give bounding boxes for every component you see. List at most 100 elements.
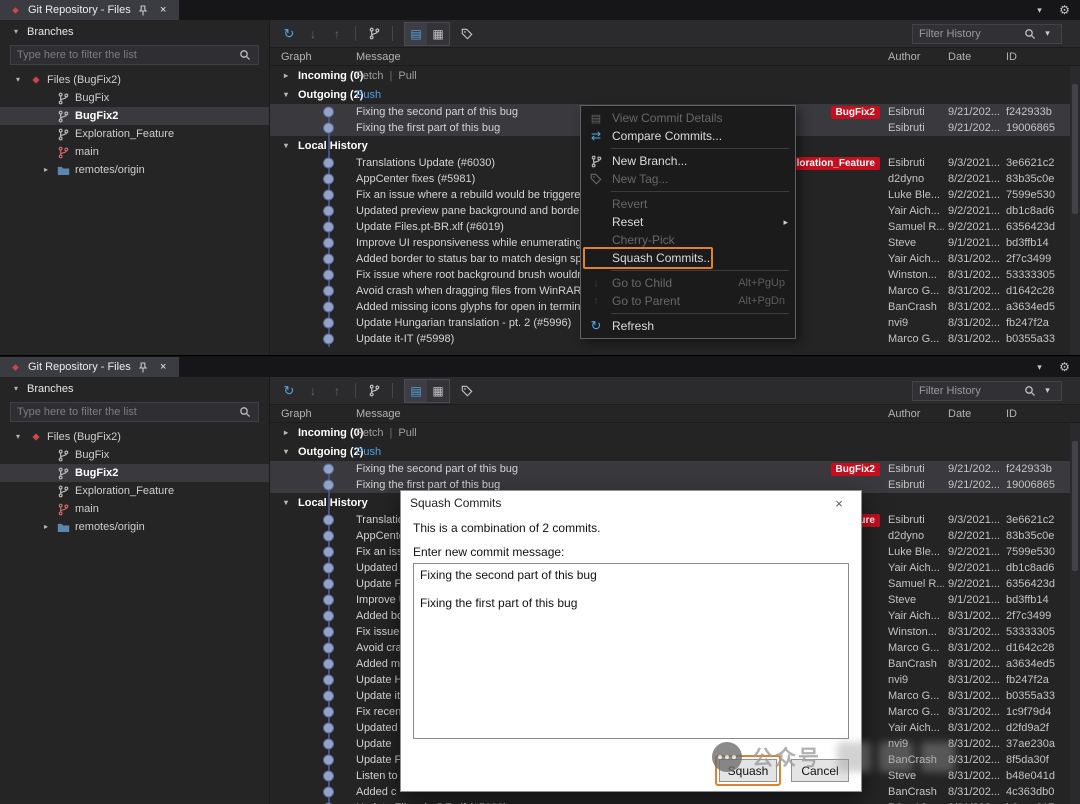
commit-id: 7599e530: [1006, 546, 1055, 558]
pin-icon[interactable]: [136, 4, 151, 16]
graph-view-icon[interactable]: ▤: [405, 379, 427, 402]
history-filter-input[interactable]: [919, 27, 1019, 40]
commit-list-icon[interactable]: ▦: [427, 23, 449, 45]
tree-item-exploration-feature[interactable]: Exploration_Feature: [0, 125, 269, 143]
tree-item-remotes-origin[interactable]: ▸ remotes/origin: [0, 161, 269, 179]
menu-item-compare-commits[interactable]: ⇄ Compare Commits...: [581, 127, 795, 145]
incoming-section[interactable]: ▸ Incoming (0) Fetch | Pull: [270, 66, 1070, 85]
pull-link[interactable]: Pull: [398, 427, 416, 439]
branches-header[interactable]: ▾ Branches: [0, 24, 269, 40]
filter-caret-icon[interactable]: ▾: [1040, 28, 1055, 39]
expanded-expander-icon[interactable]: ▾: [280, 141, 292, 150]
commit-message-textarea[interactable]: Fixing the second part of this bug Fixin…: [413, 563, 849, 739]
column-message[interactable]: Message: [340, 408, 880, 420]
commit-author: Luke Ble...: [888, 189, 940, 201]
tree-item-exploration-feature[interactable]: Exploration_Feature: [0, 482, 269, 500]
expanded-expander-icon[interactable]: ▾: [280, 90, 292, 99]
pin-icon[interactable]: [136, 361, 151, 373]
commit-row[interactable]: Fixing the second part of this bug BugFix…: [270, 461, 1070, 477]
push-link[interactable]: Push: [356, 446, 381, 458]
close-icon[interactable]: ×: [156, 4, 171, 16]
branch-filter-input[interactable]: [17, 49, 233, 61]
cancel-button[interactable]: Cancel: [791, 759, 849, 782]
column-message[interactable]: Message: [340, 51, 880, 63]
gear-icon[interactable]: ⚙: [1057, 3, 1072, 17]
dialog-close-icon[interactable]: ×: [826, 496, 852, 511]
menu-item-new-branch[interactable]: New Branch...: [581, 152, 795, 170]
tab-git-repository-files[interactable]: Git Repository - Files ×: [0, 357, 179, 377]
close-icon[interactable]: ×: [156, 361, 171, 373]
push-link[interactable]: Push: [356, 89, 381, 101]
tree-item-main[interactable]: main: [0, 500, 269, 518]
commit-id: 53333305: [1006, 626, 1055, 638]
commit-id: 8f5da30f: [1006, 754, 1049, 766]
branches-sidebar: ▾ Branches ▾ Files (BugFix2) BugFix BugFix2…: [0, 20, 270, 355]
collapsed-expander-icon[interactable]: ▸: [280, 428, 292, 437]
tree-item-files-bugfix2[interactable]: ▾ Files (BugFix2): [0, 71, 269, 89]
graph-node-icon: [270, 235, 340, 251]
tree-item-label: Exploration_Feature: [75, 485, 175, 497]
branches-header[interactable]: ▾ Branches: [0, 381, 269, 397]
tree-item-files-bugfix2[interactable]: ▾ Files (BugFix2): [0, 428, 269, 446]
column-author[interactable]: Author: [880, 51, 944, 63]
collapsed-expander-icon[interactable]: ▸: [40, 523, 52, 531]
tab-git-repository-files[interactable]: Git Repository - Files ×: [0, 0, 179, 20]
commit-author: Yair Aich...: [888, 562, 940, 574]
tree-item-main[interactable]: main: [0, 143, 269, 161]
menu-item-refresh[interactable]: ↻ Refresh: [581, 317, 795, 335]
tree-item-remotes-origin[interactable]: ▸ remotes/origin: [0, 518, 269, 536]
pull-link[interactable]: Pull: [398, 70, 416, 82]
tree-item-bugfix[interactable]: BugFix: [0, 89, 269, 107]
filter-caret-icon[interactable]: ▾: [1040, 385, 1055, 396]
outgoing-section[interactable]: ▾ Outgoing (2) Push: [270, 85, 1070, 104]
expanded-expander-icon[interactable]: ▾: [280, 447, 292, 456]
graph-view-icon[interactable]: ▤: [405, 22, 427, 45]
refresh-icon[interactable]: ↻: [278, 23, 300, 45]
new-tag-icon: [587, 173, 605, 185]
window-position-caret-icon[interactable]: ▾: [1032, 5, 1047, 16]
tree-item-bugfix[interactable]: BugFix: [0, 446, 269, 464]
column-id[interactable]: ID: [1002, 51, 1070, 63]
menu-item-reset[interactable]: Reset ▸: [581, 213, 795, 231]
column-graph[interactable]: Graph: [270, 408, 340, 420]
commit-date: 8/31/202...: [948, 285, 1000, 297]
column-author[interactable]: Author: [880, 408, 944, 420]
history-filter-input[interactable]: [919, 384, 1019, 397]
expanded-expander-icon[interactable]: ▾: [280, 498, 292, 507]
outgoing-section[interactable]: ▾ Outgoing (2) Push: [270, 442, 1070, 461]
commit-date: 8/31/202...: [948, 690, 1000, 702]
column-id[interactable]: ID: [1002, 408, 1070, 420]
tree-item-bugfix2[interactable]: BugFix2: [0, 107, 269, 125]
expanded-expander-icon[interactable]: ▾: [10, 385, 22, 393]
incoming-section[interactable]: ▸ Incoming (0) Fetch | Pull: [270, 423, 1070, 442]
toolbar-separator: [355, 26, 356, 41]
branch-compare-icon[interactable]: [363, 23, 385, 45]
menu-item-squash-commits[interactable]: Squash Commits...: [581, 247, 795, 269]
vertical-scrollbar[interactable]: [1070, 423, 1080, 804]
column-date[interactable]: Date: [944, 51, 1002, 63]
fetch-link[interactable]: Fetch: [356, 427, 384, 439]
branch-compare-icon[interactable]: [363, 380, 385, 402]
tag-icon[interactable]: [456, 380, 478, 402]
fetch-link[interactable]: Fetch: [356, 70, 384, 82]
squash-button[interactable]: Squash: [719, 759, 777, 782]
refresh-icon[interactable]: ↻: [278, 380, 300, 402]
column-graph[interactable]: Graph: [270, 51, 340, 63]
branch-filter-input[interactable]: [17, 406, 233, 418]
vertical-scrollbar[interactable]: [1070, 66, 1080, 355]
commit-row[interactable]: Update Files.de-DE.xlf (#5938)R3voA38/31…: [270, 800, 1070, 804]
tree-item-bugfix2[interactable]: BugFix2: [0, 464, 269, 482]
collapsed-expander-icon[interactable]: ▸: [40, 166, 52, 174]
collapsed-expander-icon[interactable]: ▸: [280, 71, 292, 80]
gear-icon[interactable]: ⚙: [1057, 360, 1072, 374]
expanded-expander-icon[interactable]: ▾: [10, 28, 22, 36]
scrollbar-thumb[interactable]: [1072, 84, 1078, 214]
window-position-caret-icon[interactable]: ▾: [1032, 362, 1047, 373]
scrollbar-thumb[interactable]: [1072, 441, 1078, 571]
dialog-titlebar[interactable]: Squash Commits ×: [401, 491, 861, 515]
commit-list-icon[interactable]: ▦: [427, 380, 449, 402]
expanded-expander-icon[interactable]: ▾: [12, 76, 24, 84]
tag-icon[interactable]: [456, 23, 478, 45]
expanded-expander-icon[interactable]: ▾: [12, 433, 24, 441]
column-date[interactable]: Date: [944, 408, 1002, 420]
